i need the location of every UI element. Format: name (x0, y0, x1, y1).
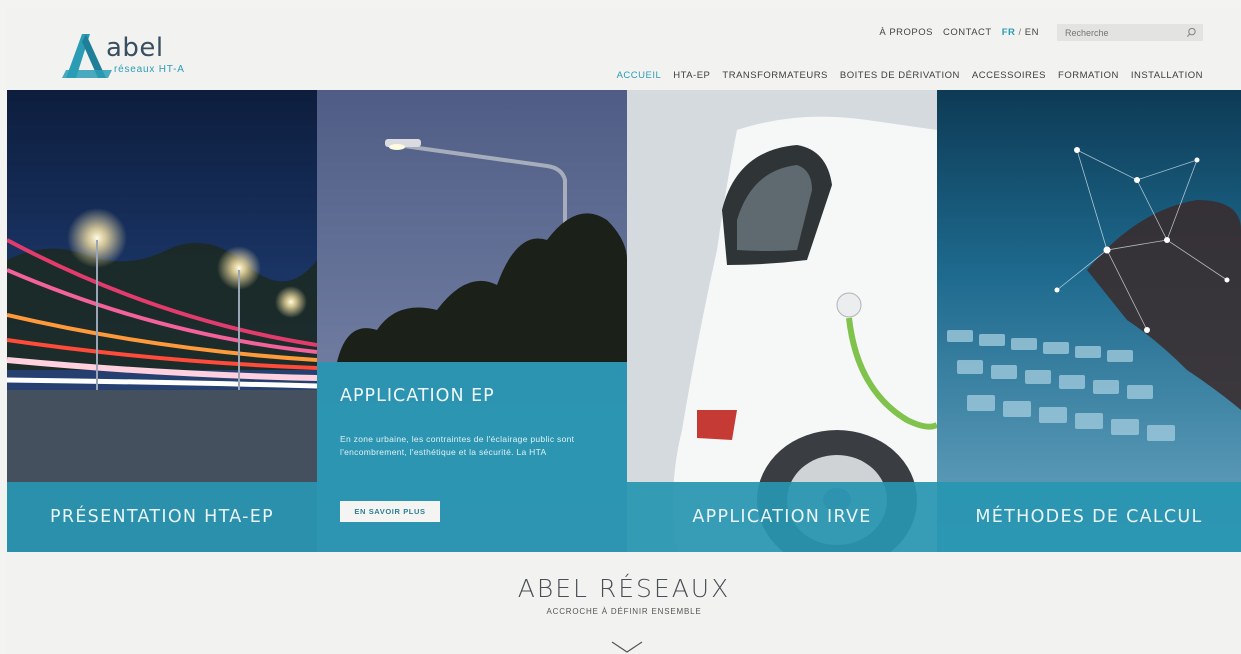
panel-label-band: PRÉSENTATION HTA-EP (7, 482, 317, 552)
nav-item-installation[interactable]: INSTALLATION (1131, 70, 1203, 81)
nav-item-accueil[interactable]: ACCUEIL (617, 70, 662, 81)
logo-subtitle: réseaux HT-A (114, 64, 185, 75)
card-title: APPLICATION EP (340, 386, 495, 406)
section-tagline: ACCROCHE À DÉFINIR ENSEMBLE (546, 607, 702, 616)
nav-item-hta-ep[interactable]: HTA-EP (673, 70, 710, 81)
section-title: ABEL RÉSEAUX (517, 574, 731, 603)
application-ep-card: APPLICATION EP En zone urbaine, les cont… (317, 362, 627, 552)
hero-slider: PRÉSENTATION HTA-EP APPLICATION EP En zo… (7, 90, 1241, 552)
en-savoir-plus-button[interactable]: EN SAVOIR PLUS (340, 501, 440, 522)
page: abel réseaux HT-A À PROPOS CONTACT FR / … (7, 8, 1241, 654)
hero-panel-application-irve[interactable]: APPLICATION IRVE (627, 90, 937, 552)
panel-label-band: APPLICATION IRVE (627, 482, 937, 552)
nav-item-transformateurs[interactable]: TRANSFORMATEURS (722, 70, 828, 81)
language-switcher: FR / EN (1002, 27, 1039, 38)
logo-name: abel (106, 33, 164, 63)
lang-fr-link[interactable]: FR (1002, 27, 1016, 38)
panel-label: MÉTHODES DE CALCUL (975, 507, 1203, 527)
search-box (1057, 24, 1203, 41)
lang-separator: / (1018, 27, 1022, 38)
card-description: En zone urbaine, les contraintes de l'éc… (340, 434, 575, 457)
nav-item-boites-de-derivation[interactable]: BOITES DE DÉRIVATION (840, 70, 960, 81)
search-input[interactable] (1057, 24, 1177, 41)
nav-item-accessoires[interactable]: ACCESSOIRES (972, 70, 1046, 81)
panel-label-band: MÉTHODES DE CALCUL (937, 482, 1241, 552)
lang-en-link[interactable]: EN (1025, 27, 1039, 38)
hero-panel-application-ep[interactable]: APPLICATION EP En zone urbaine, les cont… (317, 90, 627, 552)
logo[interactable]: abel réseaux HT-A (62, 26, 232, 86)
about-link[interactable]: À PROPOS (879, 27, 933, 38)
hero-panel-methodes-de-calcul[interactable]: MÉTHODES DE CALCUL (937, 90, 1241, 552)
panel-label: PRÉSENTATION HTA-EP (50, 507, 274, 527)
chevron-down-icon[interactable] (610, 640, 644, 654)
search-icon[interactable] (1186, 27, 1197, 38)
panel-label: APPLICATION IRVE (692, 507, 872, 527)
hero-panel-presentation[interactable]: PRÉSENTATION HTA-EP (7, 90, 317, 552)
contact-link[interactable]: CONTACT (943, 27, 992, 38)
top-utility-bar: À PROPOS CONTACT FR / EN (879, 24, 1203, 41)
nav-item-formation[interactable]: FORMATION (1058, 70, 1119, 81)
main-nav: ACCUEIL HTA-EP TRANSFORMATEURS BOITES DE… (617, 70, 1203, 81)
